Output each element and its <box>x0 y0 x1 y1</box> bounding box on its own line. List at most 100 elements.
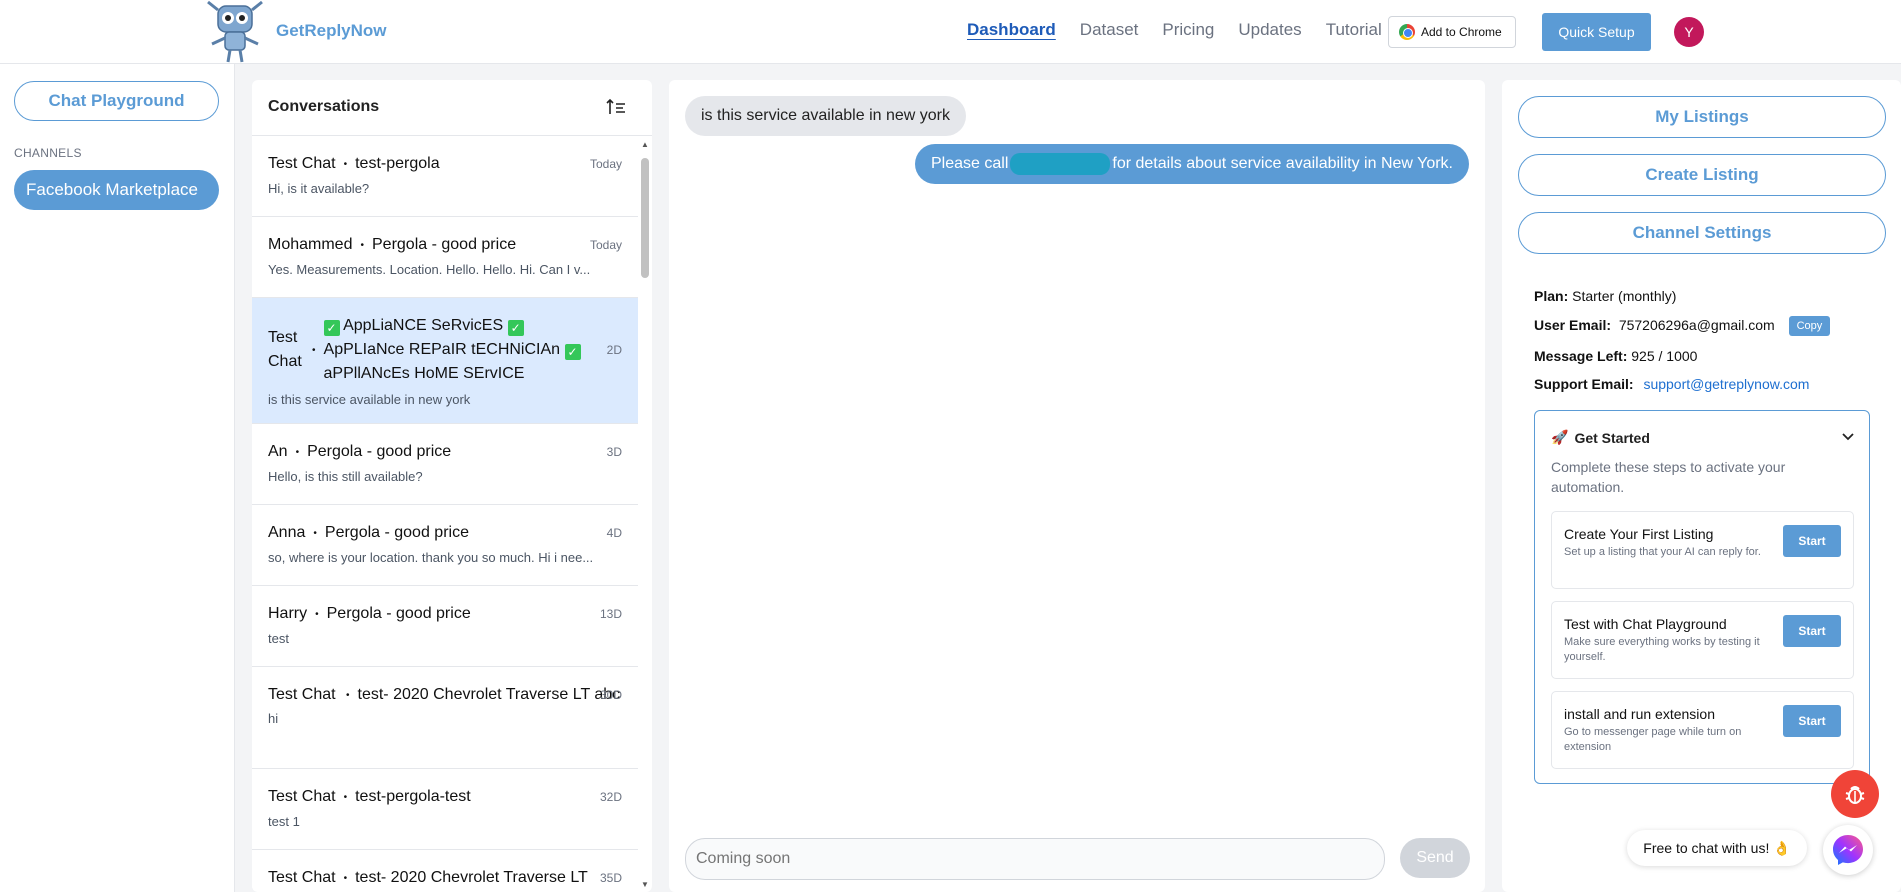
conversation-time: 32D <box>599 790 622 804</box>
conversations-header: Conversations <box>252 80 652 136</box>
top-header: GetReplyNow Dashboard Dataset Pricing Up… <box>0 0 1901 64</box>
nav-updates[interactable]: Updates <box>1238 20 1301 40</box>
add-to-chrome-label: Add to Chrome <box>1421 25 1502 39</box>
conversation-list: Test Chat • test-pergola Today Hi, is it… <box>252 136 638 892</box>
conversation-name: Test Chat <box>268 329 302 370</box>
rocket-icon: 🚀 <box>1551 429 1569 445</box>
get-started-card: 🚀 Get Started Complete these steps to ac… <box>1534 410 1870 784</box>
messenger-chat-button[interactable] <box>1823 825 1873 875</box>
user-avatar[interactable]: Y <box>1674 17 1704 47</box>
conversation-preview: hi <box>268 711 279 726</box>
checkmark-icon: ✓ <box>507 320 524 336</box>
chevron-down-icon[interactable] <box>1841 429 1855 443</box>
conversation-item-selected[interactable]: Test Chat • ✓ AppLiaNCE SeRvicES ✓ ApPLI… <box>252 298 638 424</box>
conversation-item[interactable]: Test Chat • test-pergola Today Hi, is it… <box>252 136 638 217</box>
conversation-preview: is this service available in new york <box>268 392 471 407</box>
copy-email-button[interactable]: Copy <box>1788 316 1831 336</box>
user-email-info: User Email: 757206296a@gmail.com Copy <box>1534 316 1831 336</box>
quick-setup-button[interactable]: Quick Setup <box>1542 13 1651 51</box>
conversation-time: 4D <box>606 526 622 540</box>
conversation-time: 35D <box>599 871 622 885</box>
conversation-time: 3D <box>606 445 622 459</box>
chat-prompt-bubble[interactable]: Free to chat with us! 👌 <box>1627 830 1807 866</box>
brand-name[interactable]: GetReplyNow <box>276 21 387 41</box>
conversation-name: Harry <box>268 605 308 622</box>
nav-dataset[interactable]: Dataset <box>1080 20 1139 40</box>
conversation-scrollbar[interactable] <box>641 158 649 278</box>
conversation-listing: test-pergola-test <box>355 788 471 805</box>
conversation-name: Test Chat <box>268 788 336 805</box>
messages-left-info: Message Left: 925 / 1000 <box>1534 348 1698 364</box>
conversation-name: Test Chat <box>268 686 336 703</box>
chat-playground-button[interactable]: Chat Playground <box>14 81 219 121</box>
conversation-time: 13D <box>599 607 622 621</box>
conversation-item[interactable]: Test Chat • test- 2020 Chevrolet Travers… <box>252 667 638 769</box>
main-nav: Dashboard Dataset Pricing Updates Tutori… <box>967 20 1382 40</box>
nav-pricing[interactable]: Pricing <box>1162 20 1214 40</box>
conversation-name: An <box>268 443 288 460</box>
conversations-panel: Conversations Test Chat • test-pergola T… <box>252 80 652 892</box>
conversation-time: 2D <box>606 343 622 357</box>
robot-logo-icon[interactable] <box>200 0 270 64</box>
conversation-listing: test-pergola <box>355 155 440 172</box>
nav-tutorial[interactable]: Tutorial <box>1326 20 1382 40</box>
conversation-item[interactable]: An • Pergola - good price 3D Hello, is t… <box>252 424 638 505</box>
channel-settings-button[interactable]: Channel Settings <box>1518 212 1886 254</box>
send-button[interactable]: Send <box>1400 838 1470 878</box>
nav-dashboard[interactable]: Dashboard <box>967 20 1056 40</box>
sort-icon[interactable] <box>605 96 627 118</box>
redacted-phone <box>1010 153 1111 175</box>
incoming-message: is this service available in new york <box>685 96 966 136</box>
bug-report-button[interactable] <box>1831 770 1879 818</box>
left-sidebar: Chat Playground CHANNELS Facebook Market… <box>0 64 235 892</box>
conversation-listing: test- 2020 Chevrolet Traverse LT <box>355 869 588 886</box>
outgoing-message: Please call for details about service av… <box>915 144 1469 184</box>
conversation-listing: Pergola - good price <box>307 443 452 460</box>
chrome-icon <box>1399 24 1415 40</box>
chat-area: is this service available in new york Pl… <box>669 80 1485 892</box>
conversation-time: Today <box>589 238 622 252</box>
conversation-listing: Pergola - good price <box>326 605 471 622</box>
support-email-link[interactable]: support@getreplynow.com <box>1643 376 1809 392</box>
conversation-listing: Pergola - good price <box>324 524 469 541</box>
start-test-playground-button[interactable]: Start <box>1783 615 1841 647</box>
get-started-description: Complete these steps to activate your au… <box>1551 459 1786 495</box>
message-input[interactable] <box>685 838 1385 880</box>
right-panel: My Listings Create Listing Channel Setti… <box>1502 80 1901 892</box>
bug-icon <box>1845 786 1865 804</box>
scroll-up-arrow-icon[interactable]: ▲ <box>640 140 650 150</box>
add-to-chrome-button[interactable]: Add to Chrome <box>1388 16 1516 48</box>
conversation-item[interactable]: Test Chat • test-pergola-test 32D test 1 <box>252 769 638 850</box>
conversation-item[interactable]: Anna • Pergola - good price 4D so, where… <box>252 505 638 586</box>
conversation-item[interactable]: Mohammed • Pergola - good price Today Ye… <box>252 217 638 298</box>
conversation-preview: so, where is your location. thank you so… <box>268 550 594 565</box>
conversation-time: 30D <box>599 688 622 702</box>
scroll-down-arrow-icon[interactable]: ▼ <box>640 880 650 890</box>
conversation-preview: test <box>268 631 289 646</box>
conversation-name: Mohammed <box>268 236 353 253</box>
start-install-extension-button[interactable]: Start <box>1783 705 1841 737</box>
conversation-name: Anna <box>268 524 306 541</box>
channels-label: CHANNELS <box>14 146 82 160</box>
conversation-preview: Yes. Measurements. Location. Hello. Hell… <box>268 262 591 277</box>
conversation-preview: test 1 <box>268 814 300 829</box>
support-email-info: Support Email: support@getreplynow.com <box>1534 376 1810 392</box>
conversation-time: Today <box>589 157 622 171</box>
conversation-listing: Pergola - good price <box>372 236 517 253</box>
conversation-name: Test Chat <box>268 869 336 886</box>
checkmark-icon: ✓ <box>564 344 581 360</box>
conversation-listing: test- 2020 Chevrolet Traverse LT abc <box>357 686 621 703</box>
step-test-playground: Test with Chat Playground Make sure ever… <box>1551 601 1854 679</box>
checkmark-icon: ✓ <box>323 320 340 336</box>
channel-facebook-marketplace[interactable]: Facebook Marketplace <box>14 170 219 210</box>
conversation-listing: ✓ AppLiaNCE SeRvicES ✓ ApPLIaNce REPaIR … <box>323 314 622 386</box>
create-listing-button[interactable]: Create Listing <box>1518 154 1886 196</box>
conversation-preview: Hi, is it available? <box>268 181 370 196</box>
my-listings-button[interactable]: My Listings <box>1518 96 1886 138</box>
conversation-item[interactable]: Harry • Pergola - good price 13D test <box>252 586 638 667</box>
conversation-name: Test Chat <box>268 155 336 172</box>
conversation-item[interactable]: Test Chat • test- 2020 Chevrolet Travers… <box>252 850 638 892</box>
start-create-listing-button[interactable]: Start <box>1783 525 1841 557</box>
get-started-title[interactable]: 🚀 Get Started <box>1551 429 1650 446</box>
messenger-icon <box>1833 835 1863 865</box>
